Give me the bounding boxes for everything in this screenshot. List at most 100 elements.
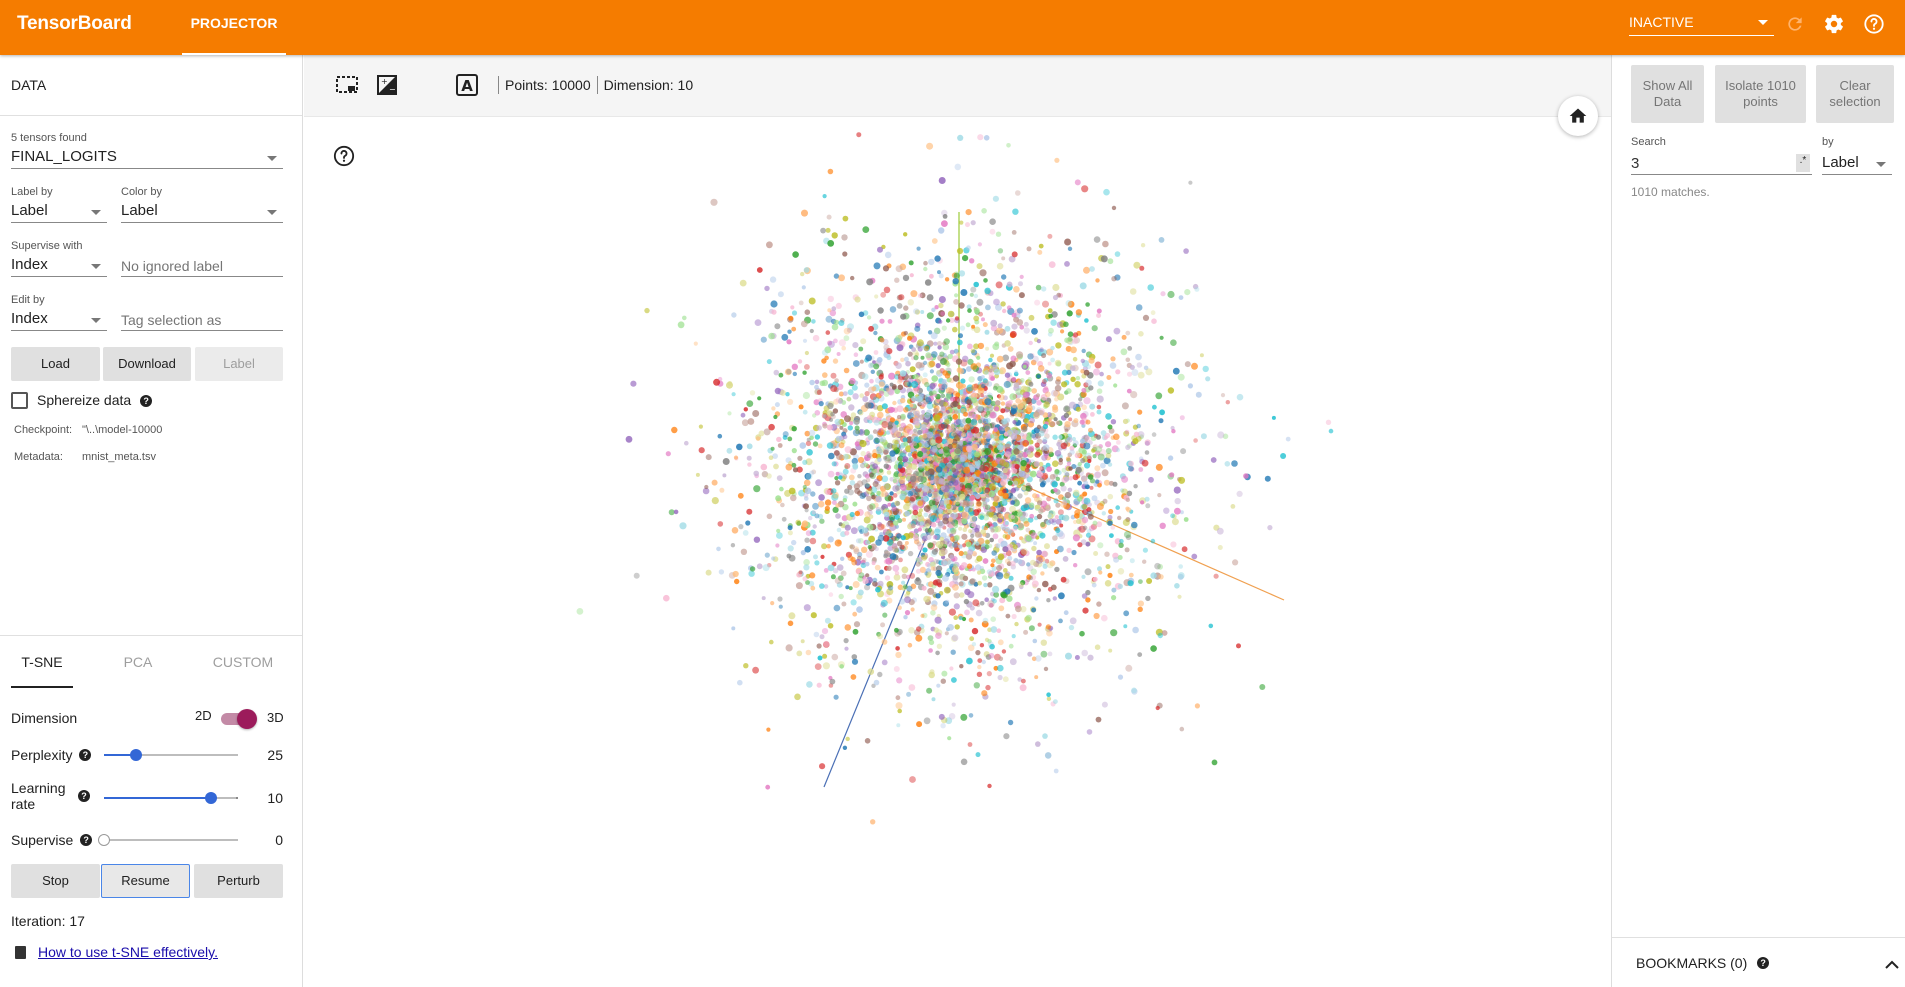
scatter-point[interactable]	[762, 564, 770, 572]
scatter-point[interactable]	[858, 572, 865, 579]
scatter-point[interactable]	[977, 570, 982, 575]
scatter-point[interactable]	[1016, 307, 1023, 314]
scatter-point[interactable]	[990, 319, 998, 327]
scatter-point[interactable]	[923, 266, 928, 272]
scatter-point[interactable]	[895, 265, 903, 273]
scatter-point[interactable]	[1124, 547, 1130, 553]
scatter-point[interactable]	[791, 310, 798, 316]
scatter-point[interactable]	[895, 485, 901, 491]
scatter-point[interactable]	[960, 758, 968, 766]
scatter-point[interactable]	[996, 262, 1004, 270]
scatter-point[interactable]	[827, 168, 834, 175]
scatter-point[interactable]	[802, 338, 808, 343]
scatter-point[interactable]	[830, 411, 835, 417]
scatter-point[interactable]	[1081, 503, 1088, 510]
scatter-point[interactable]	[1029, 417, 1035, 424]
scatter-point[interactable]	[958, 573, 966, 581]
scatter-point[interactable]	[1042, 437, 1048, 443]
scatter-point[interactable]	[935, 650, 940, 656]
scatter-point[interactable]	[1102, 498, 1108, 504]
scatter-point[interactable]	[977, 134, 984, 141]
scatter-point[interactable]	[852, 628, 859, 635]
scatter-point[interactable]	[885, 412, 891, 418]
scatter-point[interactable]	[1041, 286, 1047, 292]
scatter-point[interactable]	[984, 329, 990, 335]
scatter-point[interactable]	[935, 363, 941, 369]
scatter-point[interactable]	[760, 336, 767, 343]
scatter-point[interactable]	[827, 564, 835, 572]
scatter-point[interactable]	[1065, 388, 1072, 394]
scatter-point[interactable]	[1050, 357, 1055, 363]
scatter-point[interactable]	[798, 300, 804, 306]
scatter-point[interactable]	[883, 449, 889, 455]
scatter-point[interactable]	[992, 585, 1000, 593]
scatter-point[interactable]	[1081, 649, 1088, 657]
scatter-point[interactable]	[1110, 419, 1117, 425]
scatter-point[interactable]	[1074, 381, 1081, 388]
scatter-point[interactable]	[1129, 558, 1135, 564]
scatter-point[interactable]	[1107, 258, 1114, 265]
scatter-point[interactable]	[923, 260, 928, 266]
scatter-point[interactable]	[1035, 393, 1041, 398]
scatter-point[interactable]	[782, 431, 789, 438]
scatter-point[interactable]	[1081, 593, 1088, 599]
scatter-point[interactable]	[1042, 561, 1047, 566]
scatter-point[interactable]	[1004, 451, 1012, 458]
scatter-point[interactable]	[958, 550, 964, 556]
scatter-point[interactable]	[920, 613, 925, 618]
scatter-point[interactable]	[981, 457, 986, 462]
scatter-point[interactable]	[897, 464, 903, 469]
scatter-point[interactable]	[1170, 513, 1175, 519]
scatter-point[interactable]	[726, 447, 733, 454]
scatter-point[interactable]	[748, 570, 755, 577]
scatter-point[interactable]	[859, 359, 864, 364]
scatter-point[interactable]	[1092, 520, 1098, 526]
scatter-point[interactable]	[1187, 383, 1193, 389]
scatter-point[interactable]	[1074, 179, 1081, 186]
scatter-point[interactable]	[847, 389, 854, 396]
scatter-point[interactable]	[731, 626, 736, 631]
scatter-point[interactable]	[822, 662, 831, 670]
scatter-point[interactable]	[896, 303, 903, 309]
scatter-point[interactable]	[888, 428, 893, 433]
scatter-point[interactable]	[926, 142, 934, 150]
scatter-point[interactable]	[803, 267, 810, 273]
scatter-point[interactable]	[901, 573, 907, 579]
help-icon[interactable]: ?	[80, 833, 93, 846]
scatter-point[interactable]	[854, 441, 860, 447]
scatter-point[interactable]	[1127, 580, 1134, 587]
scatter-point[interactable]	[971, 324, 976, 329]
scatter-point[interactable]	[842, 745, 848, 750]
scatter-point[interactable]	[932, 535, 938, 540]
scatter-point[interactable]	[909, 776, 916, 783]
scatter-point[interactable]	[951, 634, 959, 642]
scatter-point[interactable]	[908, 684, 916, 691]
scatter-point[interactable]	[1084, 318, 1089, 323]
scatter-point[interactable]	[1002, 676, 1009, 683]
dimension-toggle[interactable]	[221, 709, 257, 729]
scatter-point[interactable]	[1007, 719, 1014, 726]
scatter-point[interactable]	[1075, 466, 1082, 474]
scatter-point[interactable]	[1099, 371, 1104, 377]
scatter-point[interactable]	[1075, 406, 1081, 412]
scatter-point[interactable]	[1058, 592, 1065, 600]
scatter-point[interactable]	[821, 379, 828, 387]
scatter-point[interactable]	[965, 435, 972, 443]
scatter-point[interactable]	[896, 540, 903, 547]
scatter-point[interactable]	[928, 258, 935, 266]
supervise-with-select[interactable]: Index	[11, 255, 107, 277]
scatter-point[interactable]	[888, 372, 896, 380]
scatter-point[interactable]	[903, 503, 910, 511]
scatter-point[interactable]	[796, 650, 803, 657]
scatter-point[interactable]	[848, 586, 853, 591]
scatter-point[interactable]	[1191, 362, 1198, 370]
scatter-point[interactable]	[1054, 359, 1062, 367]
scatter-point[interactable]	[746, 508, 753, 515]
scatter-point[interactable]	[1101, 469, 1109, 477]
scatter-point[interactable]	[1083, 266, 1090, 274]
scatter-point[interactable]	[941, 383, 948, 390]
scatter-point[interactable]	[968, 476, 975, 483]
scatter-point[interactable]	[836, 564, 844, 571]
scatter-point[interactable]	[935, 541, 944, 549]
scatter-point[interactable]	[1054, 515, 1059, 520]
